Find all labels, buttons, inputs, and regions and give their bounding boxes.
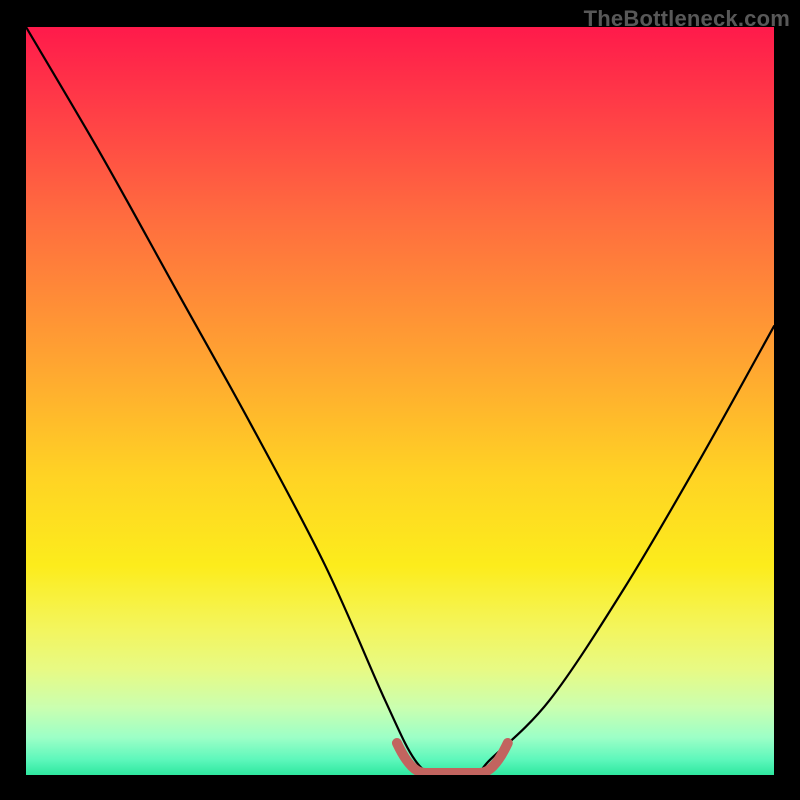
chart-container: TheBottleneck.com bbox=[0, 0, 800, 800]
watermark-text: TheBottleneck.com bbox=[584, 6, 790, 32]
plot-area bbox=[26, 27, 774, 775]
flat-region-marker bbox=[26, 27, 774, 775]
